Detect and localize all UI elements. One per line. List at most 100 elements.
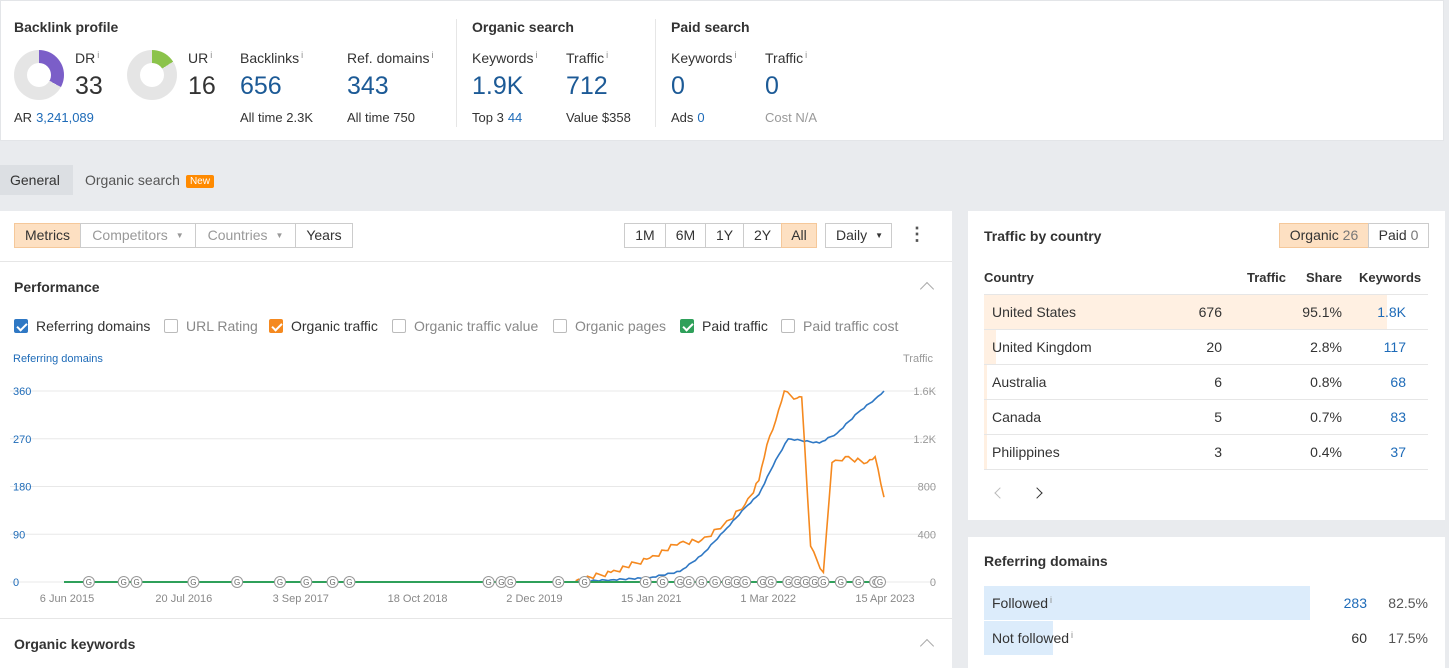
checkbox-icon[interactable] [392, 319, 406, 333]
competitors-dropdown[interactable]: Competitors ▼ [80, 223, 196, 248]
paid-search-title: Paid search [671, 19, 750, 35]
annotation-marker-label: G [725, 578, 731, 587]
annotation-marker-label: G [733, 578, 739, 587]
organic-toggle-button[interactable]: Organic 26 [1279, 223, 1369, 248]
annotation-marker-label: G [742, 578, 748, 587]
right-tick-label: 1.6K [913, 386, 936, 398]
cell-keywords[interactable]: 83 [1390, 409, 1406, 425]
annotation-marker-label: G [121, 578, 127, 587]
metrics-button[interactable]: Metrics [14, 223, 81, 248]
column-header-traffic[interactable]: Traffic [1247, 270, 1286, 285]
checkbox-organic-pages[interactable]: Organic pages [553, 318, 666, 334]
table-row[interactable]: United States 676 95.1% 1.8K [984, 295, 1428, 330]
checkbox-icon[interactable] [164, 319, 178, 333]
right-tick-label: 800 [918, 482, 936, 494]
tab-general[interactable]: General [0, 165, 73, 195]
cell-traffic: 676 [1198, 304, 1222, 320]
table-row[interactable]: United Kingdom 20 2.8% 117 [984, 330, 1428, 365]
backlinks-label: Backlinks i [240, 50, 304, 66]
ref-domain-count[interactable]: 283 [1344, 595, 1367, 611]
annotation-marker-label: G [785, 578, 791, 587]
ar-label: AR 3,241,089 [14, 110, 94, 125]
column-header-country[interactable]: Country [984, 270, 1034, 285]
x-tick-label: 1 Mar 2022 [740, 593, 796, 605]
checkbox-icon[interactable] [781, 319, 795, 333]
more-options-icon[interactable]: ⋮ [905, 223, 929, 248]
annotation-marker-label: G [698, 578, 704, 587]
left-axis-title: Referring domains [13, 353, 103, 365]
paid-toggle-button[interactable]: Paid 0 [1368, 223, 1429, 248]
checkbox-referring-domains[interactable]: Referring domains [14, 318, 150, 334]
cell-keywords[interactable]: 1.8K [1377, 304, 1406, 320]
paid-traffic-value[interactable]: 0 [765, 72, 779, 101]
interval-dropdown[interactable]: Daily ▼ [825, 223, 892, 248]
performance-chart[interactable]: 0 0 90 400 180 800 270 1.2K 360 1.6K 6 Jun 2015 20 … [0, 370, 952, 610]
x-tick-label: 15 Jan 2021 [621, 593, 682, 605]
cell-keywords[interactable]: 68 [1390, 374, 1406, 390]
annotation-marker-label: G [677, 578, 683, 587]
annotation-marker-label: G [555, 578, 561, 587]
table-row[interactable]: Canada 5 0.7% 83 [984, 400, 1428, 435]
years-button[interactable]: Years [295, 223, 353, 248]
cell-country: United Kingdom [992, 339, 1092, 355]
ur-label: UR i [188, 50, 213, 66]
organic-keywords-title: Organic keywords [14, 636, 136, 652]
range-1y-button[interactable]: 1Y [705, 223, 744, 248]
checkbox-icon[interactable] [14, 319, 28, 333]
checkbox-url-rating[interactable]: URL Rating [164, 318, 258, 334]
checkbox-paid-traffic[interactable]: Paid traffic [680, 318, 768, 334]
ref-domains-value[interactable]: 343 [347, 72, 389, 101]
table-row[interactable]: Australia 6 0.8% 68 [984, 365, 1428, 400]
column-header-keywords[interactable]: Keywords [1359, 270, 1421, 285]
ar-value[interactable]: 3,241,089 [36, 110, 94, 125]
checkbox-organic-traffic-value[interactable]: Organic traffic value [392, 318, 538, 334]
left-tick-label: 0 [13, 577, 19, 589]
right-tick-label: 0 [930, 577, 936, 589]
share-bar [984, 435, 987, 469]
tab-organic-search[interactable]: Organic search New [75, 165, 224, 195]
list-item[interactable]: Not followed i 60 17.5% [984, 621, 1428, 656]
annotation-marker-label: G [811, 578, 817, 587]
organic-traffic-value[interactable]: 712 [566, 72, 608, 101]
backlinks-value[interactable]: 656 [240, 72, 282, 101]
annotation-marker-label: G [234, 578, 240, 587]
cell-share: 0.8% [1310, 374, 1342, 390]
annotation-marker-label: G [820, 578, 826, 587]
divider [655, 19, 656, 127]
ref-domain-label: Not followed i [992, 630, 1074, 646]
ref-domain-percent: 82.5% [1388, 595, 1428, 611]
annotation-marker-label: G [659, 578, 665, 587]
paid-keywords-value[interactable]: 0 [671, 72, 685, 101]
cell-keywords[interactable]: 37 [1390, 444, 1406, 460]
checkbox-icon[interactable] [269, 319, 283, 333]
checkbox-icon[interactable] [553, 319, 567, 333]
dr-value: 33 [75, 72, 103, 100]
annotation-marker-label: G [498, 578, 504, 587]
left-tick-label: 270 [13, 434, 31, 446]
checkbox-icon[interactable] [680, 319, 694, 333]
cell-traffic: 20 [1206, 339, 1222, 355]
annotation-marker-label: G [838, 578, 844, 587]
checkbox-paid-traffic-cost[interactable]: Paid traffic cost [781, 318, 898, 334]
annotation-marker-label: G [686, 578, 692, 587]
range-6m-button[interactable]: 6M [665, 223, 706, 248]
range-1m-button[interactable]: 1M [624, 223, 666, 248]
column-header-share[interactable]: Share [1306, 270, 1342, 285]
share-bar [984, 400, 987, 434]
countries-dropdown[interactable]: Countries ▼ [195, 223, 296, 248]
organic-keywords-value[interactable]: 1.9K [472, 72, 523, 101]
annotation-marker-label: G [507, 578, 513, 587]
divider [456, 19, 457, 127]
list-item[interactable]: Followed i 283 82.5% [984, 586, 1428, 621]
range-all-button[interactable]: All [781, 223, 817, 248]
table-row[interactable]: Philippines 3 0.4% 37 [984, 435, 1428, 470]
cell-keywords[interactable]: 117 [1384, 339, 1406, 355]
metrics-overview: Backlink profile DR i 33 AR 3,241,089 UR i … [0, 0, 1444, 141]
paid-traffic-label: Traffic i [765, 50, 808, 66]
checkbox-organic-traffic[interactable]: Organic traffic [269, 318, 378, 334]
new-badge: New [185, 175, 214, 188]
divider [0, 261, 952, 262]
range-2y-button[interactable]: 2Y [743, 223, 782, 248]
share-bar [984, 365, 988, 399]
left-tick-label: 180 [13, 482, 31, 494]
